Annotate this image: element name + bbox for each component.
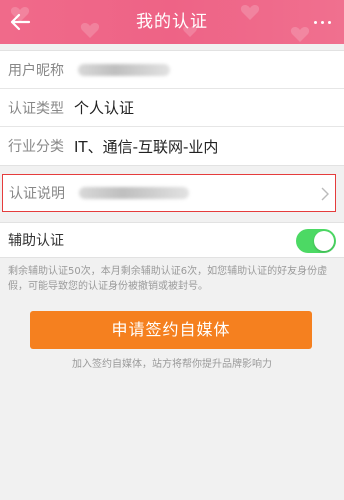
industry-label: 行业分类: [8, 139, 64, 155]
more-dot: [320, 20, 324, 24]
auth-type-label: 认证类型: [8, 100, 64, 117]
page-title: 我的认证: [136, 12, 208, 32]
auth-type-value: 个人认证: [74, 99, 135, 117]
more-dot: [327, 20, 331, 24]
more-dots-icon: [313, 20, 317, 24]
top-bar: 我的认证: [0, 0, 344, 44]
apply-hint-text: 加入签约自媒体，站方将帮你提升品牌影响力: [72, 359, 272, 370]
profile-info-group: 用户昵称 认证类型 个人认证 行业分类 IT、通信-互联网-业内: [0, 50, 344, 166]
apply-self-media-button[interactable]: 申请签约自媒体: [30, 311, 312, 349]
auth-description-label: 认证说明: [9, 186, 65, 202]
chevron-right-icon: [321, 187, 329, 201]
more-button[interactable]: [308, 8, 336, 36]
assist-auth-note: 剩余辅助认证50次，本月剩余辅助认证6次，如您辅助认证的好友身份虚假，可能导致您…: [8, 266, 328, 292]
industry-row: 行业分类 IT、通信-互联网-业内: [0, 127, 344, 165]
auth-description-row[interactable]: 认证说明: [2, 174, 336, 212]
nickname-blurred-value: [78, 63, 170, 76]
assist-auth-label: 辅助认证: [8, 233, 64, 249]
assist-auth-toggle[interactable]: [296, 229, 336, 253]
app-screen: 我的认证 用户昵称 认证类型 个人认证 行业分类 IT、通信-互联网-业内 认证…: [0, 0, 344, 500]
nickname-label: 用户昵称: [8, 62, 64, 79]
auth-type-row: 认证类型 个人认证: [0, 89, 344, 127]
toggle-knob: [314, 231, 334, 251]
auth-description-blurred-value: [79, 187, 189, 199]
assist-auth-row: 辅助认证: [0, 222, 344, 258]
industry-value: IT、通信-互联网-业内: [74, 137, 219, 156]
nickname-row: 用户昵称: [0, 51, 344, 89]
